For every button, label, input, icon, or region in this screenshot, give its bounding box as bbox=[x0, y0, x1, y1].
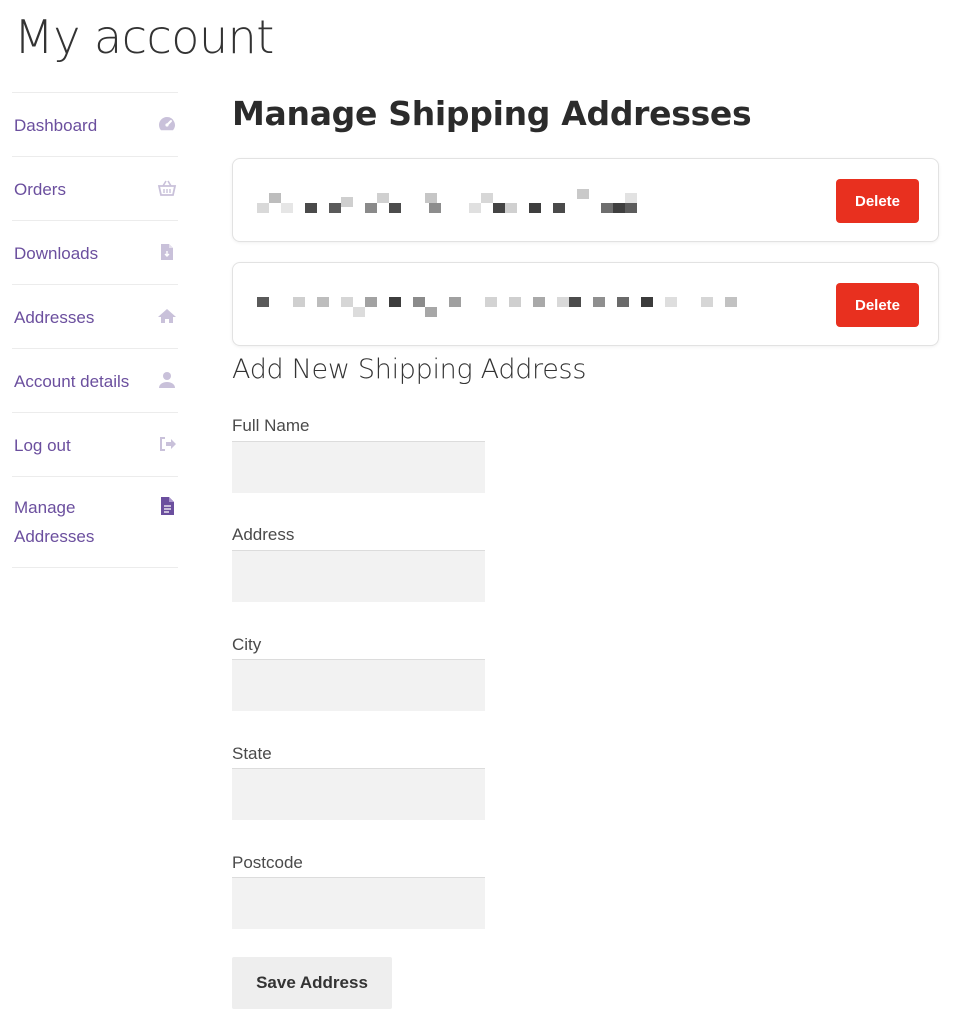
address-label: Address bbox=[232, 525, 295, 544]
postcode-label: Postcode bbox=[232, 853, 303, 872]
sidebar-item-log-out[interactable]: Log out bbox=[12, 412, 178, 476]
redacted-address-text bbox=[257, 189, 777, 217]
sidebar-item-account-details[interactable]: Account details bbox=[12, 348, 178, 412]
sidebar-item-label: Manage Addresses bbox=[14, 498, 95, 546]
city-label: City bbox=[232, 635, 262, 654]
delete-address-button[interactable]: Delete bbox=[836, 283, 919, 327]
sidebar-item-label: Orders bbox=[14, 180, 66, 199]
basket-icon bbox=[156, 177, 178, 199]
page-title: My account bbox=[14, 10, 274, 64]
section-heading: Manage Shipping Addresses bbox=[232, 94, 752, 133]
sidebar-item-label: Dashboard bbox=[14, 116, 98, 135]
logout-icon bbox=[156, 433, 178, 455]
sidebar-item-orders[interactable]: Orders bbox=[12, 156, 178, 220]
sidebar-item-dashboard[interactable]: Dashboard bbox=[12, 92, 178, 156]
save-address-button[interactable]: Save Address bbox=[232, 957, 392, 1009]
full-name-label: Full Name bbox=[232, 416, 310, 435]
home-icon bbox=[156, 305, 178, 327]
address-card: Delete bbox=[232, 158, 939, 242]
full-name-field[interactable] bbox=[232, 441, 485, 493]
postcode-field[interactable] bbox=[232, 877, 485, 929]
city-field[interactable] bbox=[232, 659, 485, 711]
user-icon bbox=[156, 369, 178, 391]
account-navigation: Dashboard Orders Downloads Addresses Acc… bbox=[12, 92, 178, 568]
file-download-icon bbox=[156, 241, 178, 263]
address-card: Delete bbox=[232, 262, 939, 346]
state-label: State bbox=[232, 744, 272, 763]
sidebar-item-label: Downloads bbox=[14, 244, 99, 263]
redacted-address-text bbox=[257, 293, 777, 321]
sidebar-item-addresses[interactable]: Addresses bbox=[12, 284, 178, 348]
delete-address-button[interactable]: Delete bbox=[836, 179, 919, 223]
address-field[interactable] bbox=[232, 550, 485, 602]
sidebar-item-label: Account details bbox=[14, 372, 130, 391]
sidebar-item-label: Log out bbox=[14, 436, 71, 455]
form-heading: Add New Shipping Address bbox=[232, 354, 587, 385]
sidebar-item-manage-addresses[interactable]: Manage Addresses bbox=[12, 476, 178, 568]
dashboard-icon bbox=[156, 113, 178, 135]
state-field[interactable] bbox=[232, 768, 485, 820]
sidebar-item-label: Addresses bbox=[14, 308, 95, 327]
sidebar-item-downloads[interactable]: Downloads bbox=[12, 220, 178, 284]
document-icon bbox=[156, 495, 178, 517]
